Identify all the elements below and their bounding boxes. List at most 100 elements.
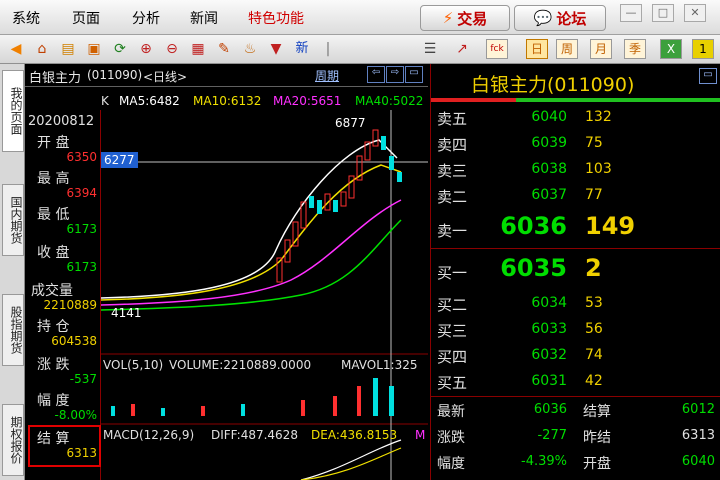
diff-line	[300, 439, 402, 480]
left-tab-bar: 我的页面 国内期货 股指期货 期权报价	[0, 64, 25, 480]
ask4-price[interactable]: 6039	[487, 135, 567, 151]
bid2-label: 买二	[437, 296, 468, 314]
period-quarter-button[interactable]: 季	[624, 39, 646, 59]
menu-news[interactable]: 新闻	[190, 8, 218, 28]
zoom-out-icon[interactable]: ⊖	[162, 39, 182, 59]
tab-my-page[interactable]: 我的页面	[2, 70, 24, 152]
close-label: 收 盘	[37, 245, 70, 261]
bid4-vol: 74	[585, 347, 603, 363]
tab-index-futures[interactable]: 股指期货	[2, 294, 24, 366]
change-label: 涨 跌	[37, 357, 70, 373]
menu-special[interactable]: 特色功能	[248, 8, 304, 28]
window-icon[interactable]: ▭	[405, 66, 423, 83]
open-value-right: 6040	[681, 454, 715, 469]
forum-button[interactable]: 💬 论坛	[514, 5, 606, 31]
pct-label: 幅 度	[37, 393, 70, 409]
bid3-price[interactable]: 6033	[487, 321, 567, 337]
trade-button[interactable]: ⚡ 交易	[420, 5, 510, 31]
quote-title: 白银主力(011090)	[471, 74, 635, 96]
settle-value-right: 6012	[681, 402, 715, 417]
low-value: 6173	[66, 222, 97, 236]
ask5-label: 卖五	[437, 110, 468, 128]
bid5-price[interactable]: 6031	[487, 373, 567, 389]
arrows-left-icon[interactable]: ⇦	[367, 66, 385, 83]
maximize-button[interactable]: □	[652, 4, 674, 22]
candle	[340, 191, 347, 207]
pencil-icon[interactable]: ✎	[214, 39, 234, 59]
chart-code: (011090)	[87, 68, 143, 82]
change-value: -537	[69, 372, 97, 386]
ask1-price[interactable]: 6036	[467, 212, 567, 240]
close-value: 6173	[66, 260, 97, 274]
buy-bar	[516, 98, 720, 102]
zoom-in-icon[interactable]: ⊕	[136, 39, 156, 59]
ask3-price[interactable]: 6038	[487, 161, 567, 177]
ma40-label: MA40:5022	[355, 94, 424, 108]
ma5-line	[101, 139, 398, 299]
notebook-icon[interactable]: ▤	[58, 39, 78, 59]
bid4-price[interactable]: 6032	[487, 347, 567, 363]
info-date: 20200812	[28, 114, 95, 129]
menu-bar: 系统 页面 分析 新闻 特色功能 ⚡ 交易 💬 论坛 — □ ✕	[0, 0, 720, 35]
menu-system[interactable]: 系统	[12, 8, 40, 28]
excel-icon[interactable]: X	[660, 39, 682, 59]
ask2-price[interactable]: 6037	[487, 187, 567, 203]
bid1-vol: 2	[585, 254, 602, 282]
macd-header: MACD(12,26,9)	[103, 428, 195, 442]
pct-value-right: -4.39%	[521, 454, 567, 469]
oi-value: 604538	[51, 334, 97, 348]
pct-label-right: 幅度	[437, 456, 465, 472]
change-value-right: -277	[537, 428, 567, 443]
menu-analysis[interactable]: 分析	[132, 8, 160, 28]
chart-title: 白银主力	[29, 71, 82, 86]
list-icon[interactable]: ☰	[420, 39, 440, 59]
sell-bar	[431, 98, 516, 102]
layers-icon[interactable]: ▦	[188, 39, 208, 59]
tab-options[interactable]: 期权报价	[2, 404, 24, 476]
f10-icon[interactable]: ▣	[84, 39, 104, 59]
bid4-label: 买四	[437, 348, 468, 366]
home-icon[interactable]: ⌂	[32, 39, 52, 59]
back-icon[interactable]: ◀	[6, 39, 26, 59]
fck-button[interactable]: fck	[486, 39, 508, 59]
open-value: 6350	[66, 150, 97, 164]
ma20-label: MA20:5651	[273, 94, 342, 108]
separator-icon: |	[325, 41, 331, 57]
bid5-vol: 42	[585, 373, 603, 389]
bid2-price[interactable]: 6034	[487, 295, 567, 311]
filter-icon[interactable]: ▼	[266, 39, 286, 59]
vol-bar	[111, 406, 115, 416]
refresh-icon[interactable]: ⟳	[110, 39, 130, 59]
ask5-price[interactable]: 6040	[487, 109, 567, 125]
ask1-vol: 149	[585, 212, 636, 240]
close-button[interactable]: ✕	[684, 4, 706, 22]
menu-page[interactable]: 页面	[72, 8, 100, 28]
ask2-vol: 77	[585, 187, 603, 203]
ask2-label: 卖二	[437, 188, 468, 206]
arrows-right-icon[interactable]: ⇨	[386, 66, 404, 83]
pct-value: -8.00%	[54, 408, 97, 422]
change-label-right: 涨跌	[437, 430, 465, 446]
toolbar: ◀ ⌂ ▤ ▣ ⟳ ⊕ ⊖ ▦ ✎ ♨ ▼ 新 | ☰ ↗ fck 日 周 月 …	[0, 35, 720, 64]
chart-area[interactable]: 6277 6877 4141 VOL(5,10) VOLUME:2210889.…	[101, 110, 428, 480]
forum-label: 论坛	[556, 9, 587, 28]
alarm-icon[interactable]: ♨	[240, 39, 260, 59]
period-week-button[interactable]: 周	[556, 39, 578, 59]
chart-icon[interactable]: ↗	[452, 39, 472, 59]
new-button[interactable]: 新	[292, 39, 312, 59]
vol-bar	[373, 378, 378, 416]
minimize-button[interactable]: —	[620, 4, 642, 22]
candle	[397, 172, 402, 182]
latest-label: 最新	[437, 404, 465, 420]
candle	[372, 129, 379, 147]
tab-domestic-futures[interactable]: 国内期货	[2, 184, 24, 256]
candle	[389, 156, 394, 170]
panel-window-icon[interactable]: ▭	[699, 68, 717, 84]
period-day-button[interactable]: 日	[526, 39, 548, 59]
bid1-price[interactable]: 6035	[467, 254, 567, 282]
period-button[interactable]: 周期	[315, 67, 339, 84]
vol-bar	[389, 386, 394, 416]
candle	[309, 196, 314, 208]
one-icon[interactable]: 1	[692, 39, 714, 59]
period-month-button[interactable]: 月	[590, 39, 612, 59]
